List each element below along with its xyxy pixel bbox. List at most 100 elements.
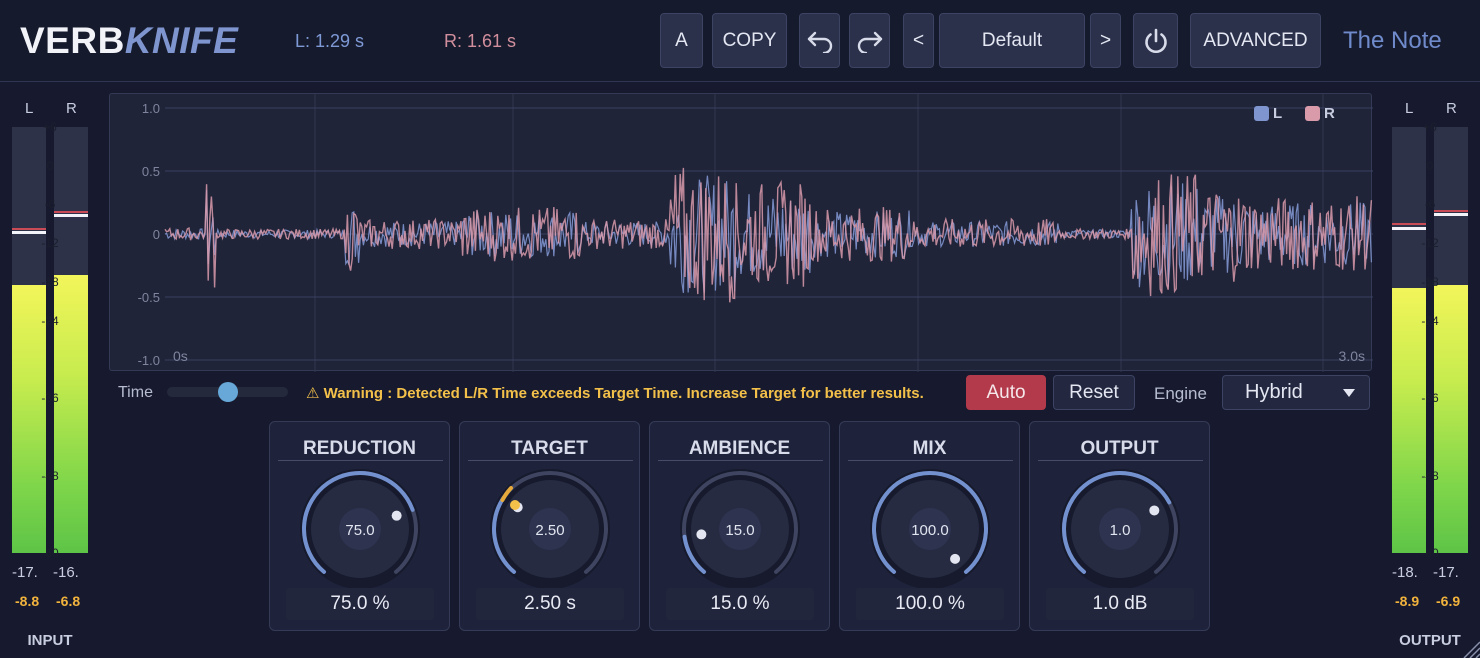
mix-knob-panel: MIX 100.0 100.0 % (839, 421, 1020, 631)
meter-scale-tick: -60 (41, 546, 59, 560)
next-preset-button[interactable]: > (1090, 13, 1121, 68)
legend-left-swatch (1254, 106, 1269, 121)
wave-y-tick: 0.5 (142, 164, 160, 179)
left-time-readout: L: 1.29 s (295, 31, 365, 51)
mix-knob-value: 100.0 (911, 521, 949, 539)
plugin-logo: VERBKNIFE (20, 20, 238, 62)
engine-dropdown[interactable]: Hybrid (1222, 375, 1370, 410)
target-detected-dot (510, 500, 520, 510)
output-meter-right-bar (1434, 127, 1468, 553)
legend-right: R (1305, 105, 1335, 122)
input-meter-r-label: R (66, 100, 77, 117)
legend-right-label: R (1324, 105, 1335, 122)
time-slider-thumb[interactable] (218, 382, 238, 402)
input-meter-right-bar (54, 127, 88, 553)
undo-icon (807, 31, 832, 53)
output-title: OUTPUT (1080, 438, 1159, 459)
meter-scale-tick: -48 (1421, 468, 1439, 483)
preset-name-field[interactable]: Default (939, 13, 1085, 68)
engine-value: Hybrid (1245, 381, 1303, 403)
wave-y-tick: 1.0 (142, 101, 160, 116)
meter-scale-tick: -18 (41, 274, 59, 289)
output-peak-left: -8.9 (1395, 593, 1420, 609)
output-rms-left: -18. (1392, 564, 1418, 581)
redo-button[interactable] (849, 13, 890, 68)
output-right-peak-line (1434, 213, 1468, 216)
meter-scale-tick: -36 (41, 391, 59, 406)
bypass-button[interactable] (1133, 13, 1178, 68)
prev-preset-button[interactable]: < (903, 13, 934, 68)
power-icon (1144, 28, 1167, 53)
mix-readout[interactable]: 100.0 % (856, 588, 1004, 620)
chevron-down-icon (1343, 389, 1355, 397)
meter-scale-tick: -24 (41, 313, 59, 328)
copy-button[interactable]: COPY (712, 13, 787, 68)
target-title: TARGET (511, 438, 588, 459)
meter-scale-tick: -36 (1421, 391, 1439, 406)
redo-icon (857, 31, 882, 53)
wave-x-end: 3.0s (1339, 348, 1365, 364)
top-bar: VERBKNIFE L: 1.29 s R: 1.61 s A COPY < D… (0, 0, 1480, 82)
meter-scale-tick: -60 (1421, 546, 1439, 560)
target-knob-value: 2.50 (535, 521, 565, 539)
output-readout[interactable]: 1.0 dB (1046, 588, 1194, 620)
output-meter-l-label: L (1405, 100, 1414, 117)
input-rms-left: -17. (12, 564, 38, 581)
meter-scale-tick: -48 (41, 468, 59, 483)
reduction-readout[interactable]: 75.0 % (286, 588, 434, 620)
input-left-hold-line (12, 228, 46, 230)
reset-button[interactable]: Reset (1053, 375, 1135, 410)
undo-button[interactable] (799, 13, 840, 68)
input-meter-l-label: L (25, 100, 34, 117)
waveform-display[interactable]: 1.0 0.5 0 -0.5 -1.0 0s 3.0s L R (109, 93, 1373, 372)
warning-message: ⚠ Warning : Detected L/R Time exceeds Ta… (306, 384, 924, 402)
output-rms-right: -17. (1433, 564, 1459, 581)
output-left-peak-line (1392, 227, 1426, 230)
knob-pointer-dot (391, 510, 402, 521)
legend-left: L (1254, 105, 1282, 122)
reduction-knob-panel: REDUCTION 75.0 75.0 % (269, 421, 450, 631)
output-meter-left-fill (1392, 288, 1426, 553)
mix-divider (848, 460, 1013, 461)
legend-right-swatch (1305, 106, 1320, 121)
output-left-hold-line (1392, 223, 1426, 225)
input-meter-left-bar (12, 127, 46, 553)
logo-knife: KNIFE (124, 20, 239, 61)
auto-button[interactable]: Auto (966, 375, 1046, 410)
input-peak-right: -6.8 (56, 593, 81, 609)
wave-y-tick: 0 (153, 227, 160, 242)
ambience-readout[interactable]: 15.0 % (666, 588, 814, 620)
target-divider (468, 460, 633, 461)
brand-label: The Note (1343, 27, 1442, 54)
logo-verb: VERB (20, 20, 125, 61)
meter-scale-tick: -6 (44, 197, 56, 212)
ambience-knob-value: 15.0 (725, 521, 755, 539)
ambience-divider (658, 460, 823, 461)
waveform-plot: 1.0 0.5 0 -0.5 -1.0 0s 3.0s (138, 94, 1373, 372)
wave-y-tick: -0.5 (138, 290, 160, 305)
output-knob-value: 1.0 (1109, 521, 1131, 539)
reduction-divider (278, 460, 443, 461)
output-meter: L R -18. -17. -8.9 -6.9 OUTPUT +6 0 -6 -12-… (1386, 92, 1474, 658)
meter-scale-tick: -6 (1424, 197, 1436, 212)
input-caption: INPUT (27, 632, 73, 649)
meter-scale-tick: -24 (1421, 313, 1439, 328)
input-meter: L R -17. -16. -8.8 -6.8 INPUT +6 0 -6 -12 -1… (6, 92, 94, 658)
reduction-knob-value: 75.0 (345, 521, 375, 539)
warning-text: Warning : Detected L/R Time exceeds Targ… (323, 385, 924, 402)
wave-y-tick: -1.0 (138, 353, 160, 368)
output-meter-r-label: R (1446, 100, 1457, 117)
resize-grip-icon[interactable] (1460, 638, 1480, 658)
target-readout[interactable]: 2.50 s (476, 588, 624, 620)
knob-pointer-dot (696, 529, 707, 540)
input-peak-left: -8.8 (15, 593, 40, 609)
advanced-button[interactable]: ADVANCED (1190, 13, 1321, 68)
ambience-title: AMBIENCE (688, 438, 791, 459)
output-knob-panel: OUTPUT 1.0 1.0 dB (1029, 421, 1210, 631)
output-peak-right: -6.9 (1436, 593, 1461, 609)
ab-compare-button[interactable]: A (660, 13, 703, 68)
meter-scale-tick: 0 (1426, 158, 1434, 173)
meter-scale-tick: 0 (46, 158, 54, 173)
legend-left-label: L (1273, 105, 1283, 122)
meter-scale-tick: +6 (1423, 120, 1437, 134)
